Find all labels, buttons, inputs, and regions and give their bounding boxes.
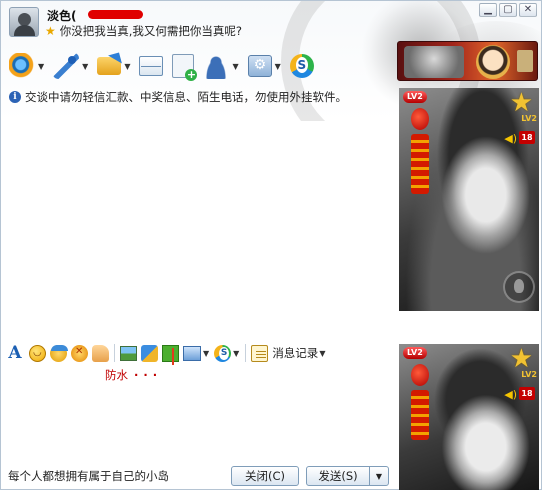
message-input[interactable]: 防水 ··· (105, 367, 162, 383)
message-input-trailing: ··· (134, 368, 163, 382)
game-banner-ad[interactable] (397, 41, 538, 81)
my-show-image[interactable]: LV2 ★ LV2 ◀) 18 (399, 344, 539, 490)
font-icon[interactable]: A (5, 343, 25, 363)
chevron-down-icon[interactable]: ▼ (124, 62, 130, 71)
app-settings-button[interactable]: ▼ (247, 52, 281, 80)
close-button[interactable]: 关闭(C) (231, 466, 299, 486)
show-action-icon[interactable] (503, 271, 535, 303)
create-group-button[interactable] (172, 52, 198, 81)
chat-window: ▁ ▢ ✕ 淡色( ★ 你没把我当真,我又何需把你当真呢? ▼ ▼ ▼ + ▼ … (0, 0, 542, 490)
speaker-icon[interactable]: ◀) (504, 388, 517, 401)
video-call-button[interactable]: ▼ (9, 52, 44, 80)
send-file-button[interactable]: ▼ (97, 52, 130, 80)
send-sms-button[interactable] (139, 52, 164, 80)
magic-emoticon-icon[interactable] (50, 344, 68, 362)
signature-star-icon: ★ (45, 24, 56, 38)
minimize-button[interactable]: ▁ (479, 3, 497, 17)
screen-shake-icon[interactable] (71, 344, 88, 362)
chat-toolbar: ▼ ▼ ▼ ▼ ▼ (9, 52, 323, 81)
lantern-icon (411, 364, 429, 386)
qq-show-panel: LV2 ★ LV2 ◀) 18 LV2 ★ LV2 ◀) 18 (397, 41, 542, 490)
level-star-label: LV2 (521, 370, 537, 379)
send-options-button[interactable]: ▼ (369, 466, 389, 486)
window-controls: ▁ ▢ ✕ (479, 3, 537, 17)
music-icon[interactable] (141, 344, 158, 362)
voice-call-button[interactable]: ▼ (53, 52, 88, 80)
voice-message-icon[interactable] (92, 344, 109, 362)
message-history-icon[interactable] (251, 344, 269, 362)
message-input-text: 防水 (105, 368, 128, 382)
chevron-down-icon[interactable]: ▼ (232, 62, 238, 71)
level-star-icon: ★ (509, 88, 533, 118)
contact-info-icon (203, 53, 230, 79)
level-star-icon: ★ (509, 344, 533, 374)
app-settings-icon (247, 55, 272, 77)
send-image-icon[interactable] (120, 345, 137, 361)
security-notice-text: 交谈中请勿轻信汇款、中奖信息、陌生电话，勿使用外挂软件。 (25, 90, 347, 104)
voice-call-icon (53, 53, 80, 79)
close-window-button[interactable]: ✕ (519, 3, 537, 17)
message-history-button[interactable]: 消息记录 (272, 345, 318, 361)
lantern-icon (411, 108, 429, 130)
send-sms-icon (139, 56, 164, 76)
contact-info-button[interactable]: ▼ (203, 52, 239, 80)
send-file-icon (97, 57, 122, 75)
video-call-icon (9, 53, 35, 79)
gift-icon[interactable] (162, 344, 179, 365)
input-toolbar: A ▼ ▼ 消息记录 ▼ (5, 342, 330, 365)
emoticon-icon[interactable] (29, 344, 46, 362)
count-badge: 18 (519, 131, 535, 144)
firecracker-icon (411, 390, 429, 440)
contact-show-image[interactable]: LV2 ★ LV2 ◀) 18 (399, 88, 539, 311)
game-logo-icon (404, 46, 464, 78)
chevron-down-icon[interactable]: ▼ (38, 62, 44, 71)
cartoon-character-icon (476, 45, 510, 79)
firecracker-icon (411, 134, 429, 194)
soso-button[interactable] (289, 52, 314, 80)
chevron-down-icon[interactable]: ▼ (319, 349, 325, 358)
banner-tag-icon (517, 50, 533, 72)
count-badge: 18 (519, 387, 535, 400)
message-history-area[interactable] (5, 105, 393, 338)
chevron-down-icon[interactable]: ▼ (82, 62, 88, 71)
create-group-icon (172, 54, 198, 81)
contact-name: 淡色( (47, 9, 77, 23)
screenshot-icon[interactable] (183, 345, 201, 361)
contact-avatar[interactable] (9, 7, 39, 37)
contact-signature: 你没把我当真,我又何需把你当真呢? (59, 24, 243, 38)
redaction-mark (88, 10, 143, 19)
info-icon: i (9, 91, 21, 103)
level-star-label: LV2 (521, 114, 537, 123)
maximize-button[interactable]: ▢ (499, 3, 517, 17)
toolbar-divider (114, 344, 115, 362)
chevron-down-icon[interactable]: ▼ (275, 62, 281, 71)
security-notice: i 交谈中请勿轻信汇款、中奖信息、陌生电话，勿使用外挂软件。 (9, 89, 347, 105)
footer-motto: 每个人都想拥有属于自己的小岛 (8, 469, 169, 483)
contact-signature-row: ★ 你没把我当真,我又何需把你当真呢? (45, 23, 242, 39)
chevron-down-icon[interactable]: ▼ (233, 349, 239, 358)
toolbar-divider (245, 344, 247, 362)
speaker-icon[interactable]: ◀) (504, 132, 517, 145)
level-badge: LV2 (403, 347, 427, 359)
chevron-down-icon[interactable]: ▼ (203, 349, 209, 358)
soso-icon (289, 54, 314, 78)
level-badge: LV2 (403, 91, 427, 103)
soso-emoticon-icon[interactable] (214, 344, 232, 362)
send-button[interactable]: 发送(S) (306, 466, 370, 486)
